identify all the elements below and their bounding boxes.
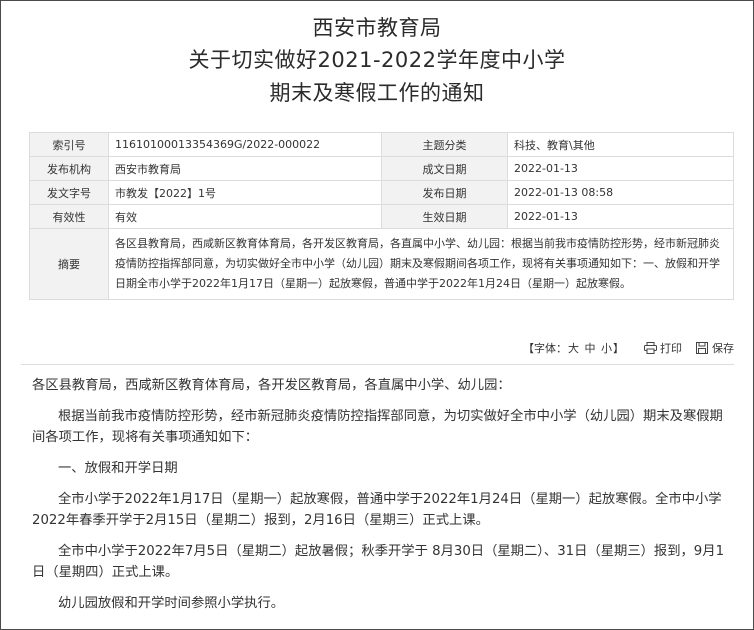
publish-date-value: 2022-01-13 08:58 [507,180,734,205]
abstract-label: 摘要 [29,228,109,300]
meta-row: 发布机构 西安市教育局 成文日期 2022-01-13 [29,156,734,181]
printer-icon [644,342,657,354]
validity-value: 有效 [108,204,382,229]
created-date-value: 2022-01-13 [507,156,734,181]
font-size-close-bracket: 】 [613,342,624,355]
font-size-large-button[interactable]: 大 [567,342,580,355]
salutation: 各区县教育局，西咸新区教育体育局，各开发区教育局，各直属中小学、幼儿园： [32,378,511,393]
article-toolbar: 【字体：大 中 小】 打印 保存 [523,340,734,356]
topic-value: 科技、教育\其他 [507,132,734,157]
metadata-table: 索引号 11610100013354369G/2022-000022 主题分类 … [29,132,734,300]
article-body: 各区县教育局，西咸新区教育体育局，各开发区教育局，各直属中小学、幼儿园： 根据当… [32,375,734,624]
meta-row: 索引号 11610100013354369G/2022-000022 主题分类 … [29,132,734,157]
save-icon [696,342,708,354]
topic-label: 主题分类 [381,132,508,157]
doc-number-value: 市教发【2022】1号 [108,180,382,205]
index-label: 索引号 [29,132,109,157]
content-divider [21,364,734,365]
paragraph: 全市小学于2022年1月17日（星期一）起放寒假，普通中学于2022年1月24日… [32,492,722,528]
print-label: 打印 [660,342,682,355]
publisher-value: 西安市教育局 [108,156,382,181]
print-button[interactable]: 打印 [644,340,682,356]
title-line-1: 西安市教育局 [312,16,442,40]
title-line-2: 关于切实做好2021-2022学年度中小学 [188,48,566,72]
title-line-3: 期末及寒假工作的通知 [269,81,485,105]
font-size-label: 【字体： [523,342,567,355]
meta-row: 摘要 各区县教育局，西咸新区教育体育局，各开发区教育局，各直属中小学、幼儿园：根… [29,228,734,300]
paragraph: 根据当前我市疫情防控形势，经市新冠肺炎疫情防控指挥部同意，为切实做好全市中小学（… [32,409,723,445]
save-label: 保存 [712,342,734,355]
publisher-label: 发布机构 [29,156,109,181]
index-value: 11610100013354369G/2022-000022 [108,132,382,157]
effective-date-value: 2022-01-13 [507,204,734,229]
abstract-value: 各区县教育局，西咸新区教育体育局，各开发区教育局，各直属中小学、幼儿园：根据当前… [108,228,734,300]
publish-date-label: 发布日期 [381,180,508,205]
paragraph: 幼儿园放假和开学时间参照小学执行。 [58,596,285,611]
validity-label: 有效性 [29,204,109,229]
section-heading: 一、放假和开学日期 [58,461,178,476]
font-size-control: 【字体：大 中 小】 [523,340,624,356]
paragraph: 全市中小学于2022年7月5日（星期二）起放暑假；秋季开学于 8月30日（星期二… [32,544,725,580]
font-size-small-button[interactable]: 小 [600,342,613,355]
meta-row: 发文字号 市教发【2022】1号 发布日期 2022-01-13 08:58 [29,180,734,205]
font-size-medium-button[interactable]: 中 [584,342,597,355]
doc-number-label: 发文字号 [29,180,109,205]
created-date-label: 成文日期 [381,156,508,181]
save-button[interactable]: 保存 [696,340,734,356]
meta-row: 有效性 有效 生效日期 2022-01-13 [29,204,734,229]
effective-date-label: 生效日期 [381,204,508,229]
